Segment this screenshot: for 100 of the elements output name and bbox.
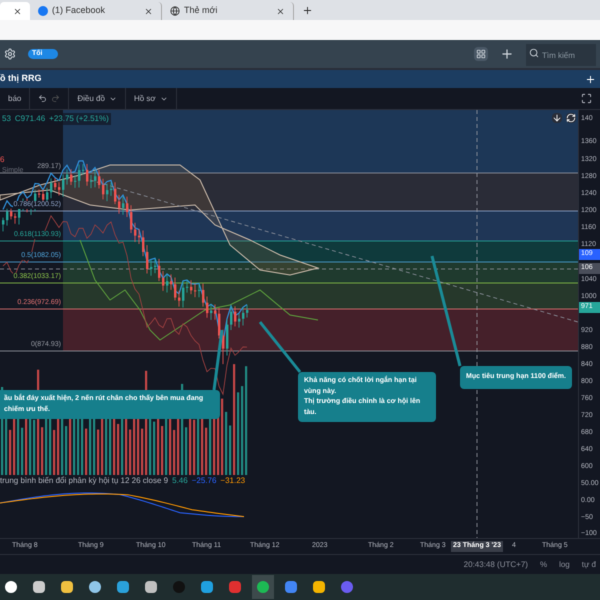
candle: [154, 258, 156, 274]
candle: [102, 178, 104, 200]
candle: [90, 174, 92, 189]
close-icon[interactable]: [276, 6, 285, 16]
volume-bar: [173, 430, 176, 475]
candle: [58, 182, 60, 196]
volume-bar: [225, 412, 228, 475]
status-bar-button[interactable]: tự đ: [582, 558, 596, 570]
candle: [186, 280, 188, 293]
globe-icon: [170, 6, 180, 16]
candle: [174, 277, 176, 301]
candle: [190, 280, 192, 295]
toolbar-menu[interactable]: Hồ sơ: [126, 88, 177, 109]
status-bar-button[interactable]: %: [540, 558, 548, 570]
candle: [142, 230, 144, 257]
legend-value: C971.46: [14, 113, 46, 125]
legend-value: 53: [2, 113, 11, 125]
volume-bar: [117, 424, 120, 475]
leader-line: [212, 330, 224, 390]
candle: [126, 196, 128, 218]
arrow-down-icon[interactable]: [552, 113, 562, 123]
candle: [86, 164, 88, 186]
candle: [178, 290, 180, 308]
app-icon: [173, 581, 185, 593]
candle: [122, 196, 124, 216]
macd-value: 5.46: [172, 475, 188, 487]
app-icon: [341, 581, 353, 593]
candle: [150, 260, 152, 276]
candle: [214, 304, 216, 320]
candle: [222, 329, 224, 365]
add-icon[interactable]: [585, 74, 596, 84]
candle: [134, 222, 136, 242]
candle: [166, 274, 168, 293]
candle: [170, 274, 172, 290]
volume-bar: [85, 428, 88, 475]
candle: [182, 280, 184, 308]
candle: [2, 217, 4, 232]
candle: [106, 183, 108, 202]
candle: [62, 174, 64, 198]
volume-bar: [9, 430, 12, 475]
settings-icon[interactable]: [4, 48, 16, 60]
add-icon[interactable]: [500, 47, 514, 61]
candle: [14, 212, 16, 224]
close-icon[interactable]: [13, 6, 22, 16]
macd-value: −25.76: [192, 475, 216, 487]
volume-bar: [29, 418, 32, 475]
candle: [202, 283, 204, 308]
candle: [94, 170, 96, 188]
candle: [206, 296, 208, 318]
candle: [242, 307, 244, 326]
candle: [230, 306, 232, 330]
macd-label: trung bình biến đổi phân kỳ hội tụ 12 26 close 9: [0, 475, 168, 487]
candle: [74, 174, 76, 188]
panel-title: ồ thị RRG: [0, 72, 42, 86]
candle: [66, 168, 68, 186]
undo-icon[interactable]: [38, 94, 48, 103]
volume-bar: [129, 430, 132, 475]
volume-bar: [65, 426, 68, 475]
toolbar-menu[interactable]: Điều đồ: [69, 88, 126, 109]
volume-bar: [97, 430, 100, 475]
volume-bar: [77, 417, 80, 475]
candle: [98, 170, 100, 189]
candle: [50, 178, 52, 199]
status-bar-button[interactable]: log: [559, 558, 570, 570]
volume-bar: [149, 416, 152, 475]
clock-text: 20:43:48 (UTC+7): [464, 558, 528, 570]
volume-bar: [185, 427, 188, 475]
leader-line: [258, 321, 302, 373]
candle: [162, 270, 164, 292]
app-icon: [145, 581, 157, 593]
candle: [10, 208, 12, 220]
candle: [138, 228, 140, 244]
close-icon[interactable]: [144, 6, 153, 16]
candle: [146, 244, 148, 274]
candle: [194, 284, 196, 298]
app-icon: [33, 581, 45, 593]
candle: [246, 304, 248, 318]
candle: [234, 306, 236, 327]
volume-bar: [229, 425, 232, 475]
candle: [110, 182, 112, 196]
app-icon: [61, 581, 73, 593]
search-field[interactable]: Tìm kiếm: [526, 44, 596, 66]
candle: [130, 204, 132, 234]
toolbar-menu[interactable]: báo: [0, 88, 30, 109]
fullscreen-icon[interactable]: [581, 93, 592, 104]
macd-value: −31.23: [220, 475, 246, 487]
app-icon: [89, 581, 101, 593]
app-icon: [5, 581, 17, 593]
refresh-icon[interactable]: [566, 113, 576, 123]
candle: [226, 318, 228, 356]
candle: [54, 178, 56, 190]
app-icon: [313, 581, 325, 593]
candle: [78, 164, 80, 188]
new-tab-icon[interactable]: [302, 5, 313, 16]
candle: [82, 164, 84, 175]
redo-icon[interactable]: [51, 94, 60, 103]
candle: [38, 189, 40, 198]
grid-icon[interactable]: [474, 47, 488, 61]
volume-bar: [33, 420, 36, 475]
candle: [198, 283, 200, 298]
